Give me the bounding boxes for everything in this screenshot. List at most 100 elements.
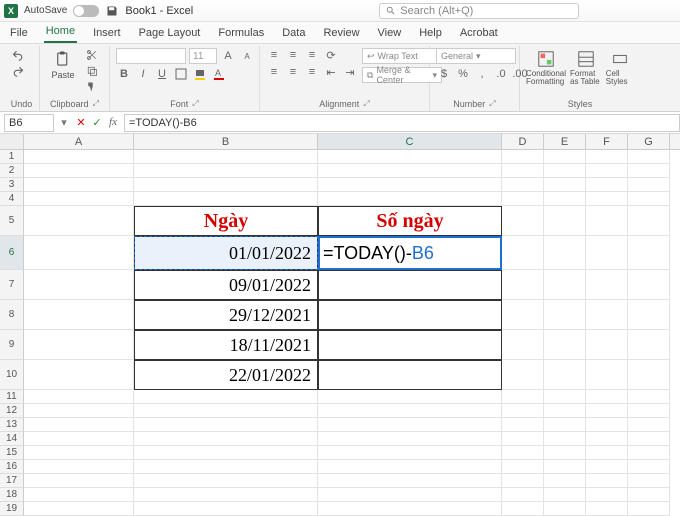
cell-C3[interactable]	[318, 178, 502, 192]
cell-E12[interactable]	[544, 404, 586, 418]
cell-C19[interactable]	[318, 502, 502, 516]
cell-F4[interactable]	[586, 192, 628, 206]
font-name-select[interactable]	[116, 48, 186, 64]
cell-E13[interactable]	[544, 418, 586, 432]
cell-F14[interactable]	[586, 432, 628, 446]
currency-button[interactable]: $	[436, 67, 452, 81]
row-header[interactable]: 5	[0, 206, 24, 236]
cell-A3[interactable]	[24, 178, 134, 192]
cell-B16[interactable]	[134, 460, 318, 474]
cell-A4[interactable]	[24, 192, 134, 206]
comma-button[interactable]: ,	[474, 67, 490, 81]
cell-F19[interactable]	[586, 502, 628, 516]
cell-D9[interactable]	[502, 330, 544, 360]
cell-C11[interactable]	[318, 390, 502, 404]
cell-B15[interactable]	[134, 446, 318, 460]
cell-C10[interactable]	[318, 360, 502, 390]
cell-A6[interactable]	[24, 236, 134, 270]
cell-B1[interactable]	[134, 150, 318, 164]
cell-G3[interactable]	[628, 178, 670, 192]
cell-E9[interactable]	[544, 330, 586, 360]
cell-G2[interactable]	[628, 164, 670, 178]
cut-button[interactable]	[84, 48, 100, 62]
cell-C7[interactable]	[318, 270, 502, 300]
autosave-toggle[interactable]	[73, 5, 99, 17]
cell-B3[interactable]	[134, 178, 318, 192]
row-header[interactable]: 3	[0, 178, 24, 192]
tab-data[interactable]: Data	[280, 25, 307, 43]
tab-view[interactable]: View	[376, 25, 404, 43]
cell-A11[interactable]	[24, 390, 134, 404]
cell-D15[interactable]	[502, 446, 544, 460]
cell-B14[interactable]	[134, 432, 318, 446]
cell-A19[interactable]	[24, 502, 134, 516]
italic-button[interactable]: I	[135, 67, 151, 81]
number-launcher-icon[interactable]: ⤢	[489, 99, 495, 109]
alignment-launcher-icon[interactable]: ⤢	[363, 99, 369, 109]
cell-F6[interactable]	[586, 236, 628, 270]
cell-F17[interactable]	[586, 474, 628, 488]
cell-E3[interactable]	[544, 178, 586, 192]
tab-formulas[interactable]: Formulas	[216, 25, 266, 43]
cell-C16[interactable]	[318, 460, 502, 474]
cell-B6[interactable]: 01/01/2022	[134, 236, 318, 270]
cell-F5[interactable]	[586, 206, 628, 236]
cell-E5[interactable]	[544, 206, 586, 236]
conditional-formatting-button[interactable]: Conditional Formatting	[526, 48, 566, 96]
increase-indent-icon[interactable]: ⇥	[342, 65, 358, 79]
formula-bar[interactable]: =TODAY()-B6	[124, 114, 680, 132]
borders-button[interactable]	[173, 67, 189, 81]
col-header-G[interactable]: G	[628, 134, 670, 149]
cell-F11[interactable]	[586, 390, 628, 404]
cell-B8[interactable]: 29/12/2021	[134, 300, 318, 330]
row-header[interactable]: 19	[0, 502, 24, 516]
cell-C6[interactable]: =TODAY()-B6	[318, 236, 502, 270]
cell-D14[interactable]	[502, 432, 544, 446]
cell-F15[interactable]	[586, 446, 628, 460]
cell-C1[interactable]	[318, 150, 502, 164]
row-header[interactable]: 13	[0, 418, 24, 432]
increase-decimal-icon[interactable]: .0	[493, 67, 509, 81]
row-header[interactable]: 1	[0, 150, 24, 164]
cell-D4[interactable]	[502, 192, 544, 206]
cell-F16[interactable]	[586, 460, 628, 474]
cell-G17[interactable]	[628, 474, 670, 488]
align-top-icon[interactable]: ≡	[266, 48, 282, 62]
cell-A12[interactable]	[24, 404, 134, 418]
cell-E2[interactable]	[544, 164, 586, 178]
cell-F2[interactable]	[586, 164, 628, 178]
cell-D16[interactable]	[502, 460, 544, 474]
col-header-B[interactable]: B	[134, 134, 318, 149]
cell-D12[interactable]	[502, 404, 544, 418]
tab-help[interactable]: Help	[417, 25, 444, 43]
align-center-icon[interactable]: ≡	[285, 65, 301, 79]
tab-acrobat[interactable]: Acrobat	[458, 25, 500, 43]
cell-G13[interactable]	[628, 418, 670, 432]
cell-B12[interactable]	[134, 404, 318, 418]
row-header[interactable]: 15	[0, 446, 24, 460]
cell-G9[interactable]	[628, 330, 670, 360]
cell-E14[interactable]	[544, 432, 586, 446]
col-header-A[interactable]: A	[24, 134, 134, 149]
paste-button[interactable]: Paste	[46, 48, 80, 96]
cell-A2[interactable]	[24, 164, 134, 178]
row-header[interactable]: 8	[0, 300, 24, 330]
row-header[interactable]: 16	[0, 460, 24, 474]
cell-D10[interactable]	[502, 360, 544, 390]
align-bottom-icon[interactable]: ≡	[304, 48, 320, 62]
cancel-formula-icon[interactable]: ✕	[74, 116, 88, 129]
cell-E4[interactable]	[544, 192, 586, 206]
cell-D8[interactable]	[502, 300, 544, 330]
cell-E7[interactable]	[544, 270, 586, 300]
fx-icon[interactable]: fx	[106, 116, 120, 129]
cell-E17[interactable]	[544, 474, 586, 488]
cell-B11[interactable]	[134, 390, 318, 404]
align-right-icon[interactable]: ≡	[304, 65, 320, 79]
cell-E6[interactable]	[544, 236, 586, 270]
row-header[interactable]: 9	[0, 330, 24, 360]
cell-F3[interactable]	[586, 178, 628, 192]
redo-button[interactable]	[10, 64, 26, 78]
tab-home[interactable]: Home	[44, 23, 77, 43]
decrease-indent-icon[interactable]: ⇤	[323, 65, 339, 79]
cell-G5[interactable]	[628, 206, 670, 236]
